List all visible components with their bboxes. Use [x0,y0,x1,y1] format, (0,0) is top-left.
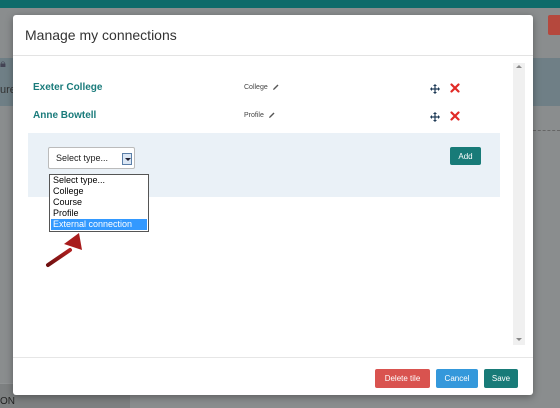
delete-tile-button[interactable]: Delete tile [375,369,430,388]
dropdown-option-highlighted[interactable]: External connection [51,219,147,230]
connection-name[interactable]: Exeter College [33,82,102,93]
background-topbar [0,0,560,8]
scroll-down-icon[interactable] [516,338,522,341]
connection-type-dropdown: Select type... College Course Profile Ex… [49,174,149,232]
header-divider [13,55,533,56]
connection-type: Profile [244,111,276,119]
dialog-title: Manage my connections [25,27,177,43]
chevron-down-icon[interactable] [122,153,132,165]
scrollbar[interactable] [513,63,525,345]
connection-type-label: College [244,83,268,91]
lock-icon: 🔒︎ [0,58,6,70]
save-button[interactable]: Save [484,369,518,388]
dropdown-option[interactable]: Select type... [51,175,147,186]
manage-connections-dialog: Manage my connections Exeter College Col… [13,15,533,395]
delete-icon[interactable] [450,111,460,121]
dropdown-option[interactable]: Course [51,197,147,208]
background-divider [533,130,560,131]
pencil-icon[interactable] [272,83,280,91]
pencil-icon[interactable] [268,111,276,119]
background-footer-text: ON [0,396,15,407]
connection-type: College [244,83,280,91]
footer-divider [13,357,533,358]
background-button [548,15,560,35]
connection-type-select[interactable]: Select type... [48,147,135,169]
dropdown-option[interactable]: College [51,186,147,197]
move-icon[interactable] [430,112,440,122]
add-button[interactable]: Add [450,147,481,165]
delete-icon[interactable] [450,83,460,93]
connection-name[interactable]: Anne Bowtell [33,110,96,121]
move-icon[interactable] [430,84,440,94]
background-right-panel [533,58,560,106]
connection-row: Exeter College College [13,78,513,100]
connection-type-label: Profile [244,111,264,119]
select-value: Select type... [56,153,109,163]
cancel-button[interactable]: Cancel [436,369,478,388]
scroll-up-icon[interactable] [516,65,522,68]
connection-row: Anne Bowtell Profile [13,106,513,128]
dropdown-option[interactable]: Profile [51,208,147,219]
